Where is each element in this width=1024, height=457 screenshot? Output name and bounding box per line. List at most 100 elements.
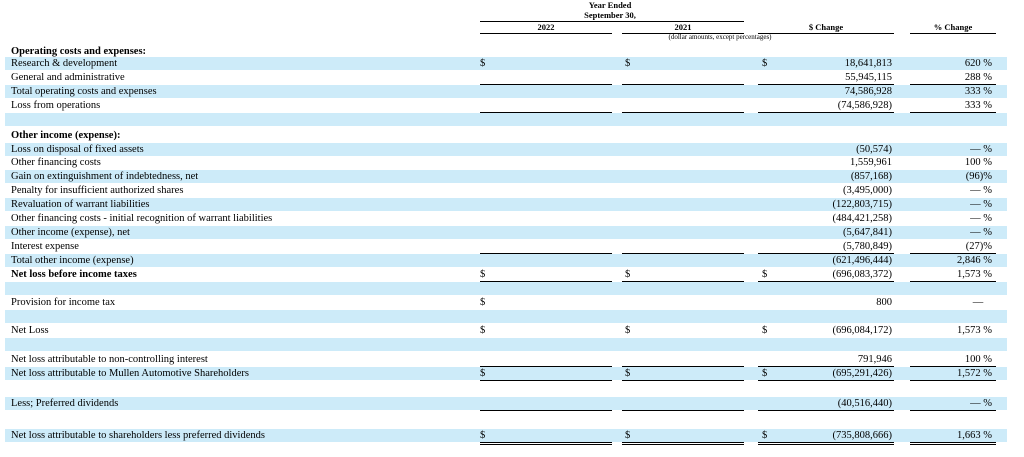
value-dollar-change: 55,945,115	[845, 72, 892, 83]
value-pct-change: 100 %	[964, 354, 992, 365]
value-pct-change: 333 %	[964, 86, 992, 97]
header-units-note: (dollar amounts, except percentages)	[668, 33, 772, 41]
currency-symbol: $	[480, 269, 486, 280]
value-dollar-change: (621,496,444)	[832, 255, 893, 266]
underline-rule	[910, 410, 996, 411]
underline-rule	[758, 442, 894, 443]
row-label: Net loss attributable to Mullen Automoti…	[11, 368, 249, 379]
underline-rule	[622, 281, 744, 282]
underline-rule	[480, 84, 612, 85]
header-col-pct-change: % Change	[933, 22, 973, 32]
row-label: Loss on disposal of fixed assets	[11, 144, 144, 155]
underline-rule	[622, 112, 744, 113]
value-dollar-change: (50,574)	[856, 144, 892, 155]
underline-rule	[480, 442, 612, 443]
double-underline-rule	[758, 444, 894, 445]
header-september: September 30,	[584, 10, 636, 20]
currency-symbol: $	[480, 368, 486, 379]
underline-rule	[480, 380, 612, 381]
underline-rule	[910, 380, 996, 381]
underline-rule	[480, 281, 612, 282]
row-label: Less; Preferred dividends	[11, 398, 119, 409]
value-pct-change: 1,573 %	[957, 325, 992, 336]
value-dollar-change: (857,168)	[850, 171, 892, 182]
row-label: Net loss before income taxes	[11, 269, 137, 280]
value-dollar-change: (696,084,172)	[832, 325, 893, 336]
row-label: Provision for income tax	[11, 297, 116, 308]
underline-rule	[758, 380, 894, 381]
value-pct-change: — %	[970, 398, 992, 409]
underline-rule	[758, 410, 894, 411]
value-pct-change: 2,846 %	[957, 255, 992, 266]
currency-symbol: $	[625, 58, 631, 69]
header-rule-2022	[480, 33, 612, 34]
row-label: Net Loss	[11, 325, 49, 336]
underline-rule	[622, 442, 744, 443]
double-underline-rule	[480, 444, 612, 445]
value-pct-change: 620 %	[964, 58, 992, 69]
row-label: Other income (expense), net	[11, 227, 130, 238]
row-label: Revaluation of warrant liabilities	[11, 199, 150, 210]
row-label: Other income (expense):	[11, 130, 121, 141]
currency-symbol: $	[625, 269, 631, 280]
value-pct-change: — %	[970, 199, 992, 210]
currency-symbol: $	[625, 368, 631, 379]
row-label: Net loss attributable to non-controlling…	[11, 354, 208, 365]
value-pct-change: — %	[970, 185, 992, 196]
currency-symbol: $	[625, 325, 631, 336]
value-pct-change: 1,573 %	[957, 269, 992, 280]
value-pct-change: 1,572 %	[957, 368, 992, 379]
underline-rule	[910, 442, 996, 443]
value-dollar-change: (695,291,426)	[832, 368, 893, 379]
header-col-2022: 2022	[537, 22, 555, 32]
value-pct-change: — %	[970, 227, 992, 238]
value-dollar-change: (484,421,258)	[832, 213, 893, 224]
row-label: Interest expense	[11, 241, 79, 252]
underline-rule	[622, 253, 744, 254]
double-underline-rule	[910, 444, 996, 445]
value-pct-change: 288 %	[964, 72, 992, 83]
underline-rule	[622, 380, 744, 381]
value-pct-change: (96)%	[965, 171, 992, 182]
currency-symbol: $	[625, 430, 631, 441]
row-label: Gain on extinguishment of indebtedness, …	[11, 171, 199, 182]
value-dollar-change: (40,516,440)	[837, 398, 892, 409]
row-label: Other financing costs - initial recognit…	[11, 213, 273, 224]
value-dollar-change: (122,803,715)	[832, 199, 893, 210]
underline-rule	[480, 410, 612, 411]
currency-symbol: $	[480, 325, 486, 336]
underline-rule	[622, 410, 744, 411]
underline-rule	[622, 84, 744, 85]
value-dollar-change: (3,495,000)	[843, 185, 892, 196]
row-label: Other financing costs	[11, 157, 101, 168]
value-dollar-change: (74,586,928)	[837, 100, 892, 111]
value-dollar-change: 74,586,928	[844, 86, 892, 97]
underline-rule	[480, 366, 612, 367]
row-label: General and administrative	[11, 72, 125, 83]
underline-rule	[758, 281, 894, 282]
value-pct-change: —	[972, 297, 984, 308]
row-label: Total other income (expense)	[11, 255, 134, 266]
value-pct-change: (27)%	[965, 241, 992, 252]
underline-rule	[910, 112, 996, 113]
value-pct-change: — %	[970, 213, 992, 224]
underline-rule	[480, 112, 612, 113]
row-band	[5, 310, 1007, 323]
header-col-dollar-change: $ Change	[808, 22, 844, 32]
underline-rule	[480, 253, 612, 254]
value-dollar-change: 18,641,813	[844, 58, 892, 69]
header-year-ended: Year Ended	[588, 0, 632, 10]
row-band	[5, 338, 1007, 351]
value-pct-change: 100 %	[964, 157, 992, 168]
row-band	[5, 282, 1007, 295]
row-label: Total operating costs and expenses	[11, 86, 157, 97]
value-pct-change: 1,663 %	[957, 430, 992, 441]
currency-symbol: $	[480, 430, 486, 441]
row-label: Research & development	[11, 58, 118, 69]
underline-rule	[758, 112, 894, 113]
header-rule-pct-change	[910, 33, 996, 34]
value-dollar-change: (5,647,841)	[843, 227, 892, 238]
row-label: Penalty for insufficient authorized shar…	[11, 185, 184, 196]
currency-symbol: $	[480, 297, 486, 308]
underline-rule	[622, 366, 744, 367]
